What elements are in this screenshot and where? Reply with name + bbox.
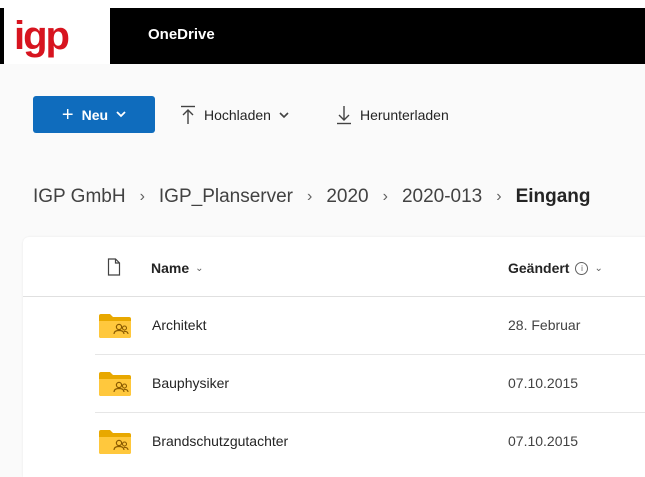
shared-folder-icon — [99, 314, 131, 338]
column-header-modified[interactable]: Geändert i ⌄ — [508, 260, 603, 276]
new-button-label: Neu — [81, 106, 109, 123]
chevron-down-icon — [116, 111, 126, 118]
shared-folder-icon — [99, 430, 131, 454]
chevron-right-icon: › — [382, 188, 388, 205]
column-header-modified-label: Geändert — [508, 260, 570, 276]
download-label: Herunterladen — [360, 107, 449, 123]
breadcrumb-item[interactable]: IGP GmbH — [33, 186, 126, 208]
item-name[interactable]: Bauphysiker — [152, 375, 229, 391]
breadcrumb-item[interactable]: 2020 — [326, 186, 368, 208]
download-icon — [337, 106, 351, 125]
list-header: Name ⌄ Geändert i ⌄ — [23, 240, 645, 297]
chevron-down-icon: ⌄ — [195, 262, 204, 274]
new-button[interactable]: + Neu — [33, 96, 155, 133]
logo-stripe — [0, 8, 4, 64]
item-modified: 07.10.2015 — [508, 375, 579, 391]
info-icon[interactable]: i — [575, 261, 589, 275]
list-item[interactable]: Bauphysiker 07.10.2015 — [95, 354, 645, 413]
upload-label: Hochladen — [204, 107, 271, 123]
item-modified: 28. Februar — [508, 317, 581, 333]
breadcrumb: IGP GmbH › IGP_Planserver › 2020 › 2020-… — [33, 184, 591, 210]
upload-icon — [181, 105, 195, 124]
chevron-down-icon — [279, 111, 289, 118]
download-button[interactable]: Herunterladen — [336, 104, 449, 126]
file-type-icon[interactable] — [107, 258, 121, 276]
logo[interactable]: igp — [0, 8, 110, 64]
column-header-name[interactable]: Name ⌄ — [151, 260, 204, 276]
chevron-right-icon: › — [139, 188, 145, 205]
breadcrumb-item[interactable]: IGP_Planserver — [159, 186, 293, 208]
logo-text: igp — [14, 14, 70, 58]
chevron-right-icon: › — [307, 188, 313, 205]
breadcrumb-current: Eingang — [515, 186, 591, 207]
list-item[interactable]: Brandschutzgutachter 07.10.2015 — [95, 412, 645, 470]
item-modified: 07.10.2015 — [508, 433, 579, 449]
chevron-down-icon: ⌄ — [594, 262, 603, 274]
chevron-right-icon: › — [496, 188, 502, 205]
item-name[interactable]: Brandschutzgutachter — [152, 433, 288, 449]
column-header-name-label: Name — [151, 260, 190, 276]
top-border — [0, 0, 645, 8]
plus-icon: + — [61, 103, 74, 126]
shared-folder-icon — [99, 372, 131, 396]
app-title[interactable]: OneDrive — [148, 26, 215, 43]
list-item[interactable]: Architekt 28. Februar — [95, 296, 645, 355]
item-name[interactable]: Architekt — [152, 317, 206, 333]
breadcrumb-item[interactable]: 2020-013 — [402, 186, 482, 208]
upload-button[interactable]: Hochladen — [180, 104, 289, 126]
